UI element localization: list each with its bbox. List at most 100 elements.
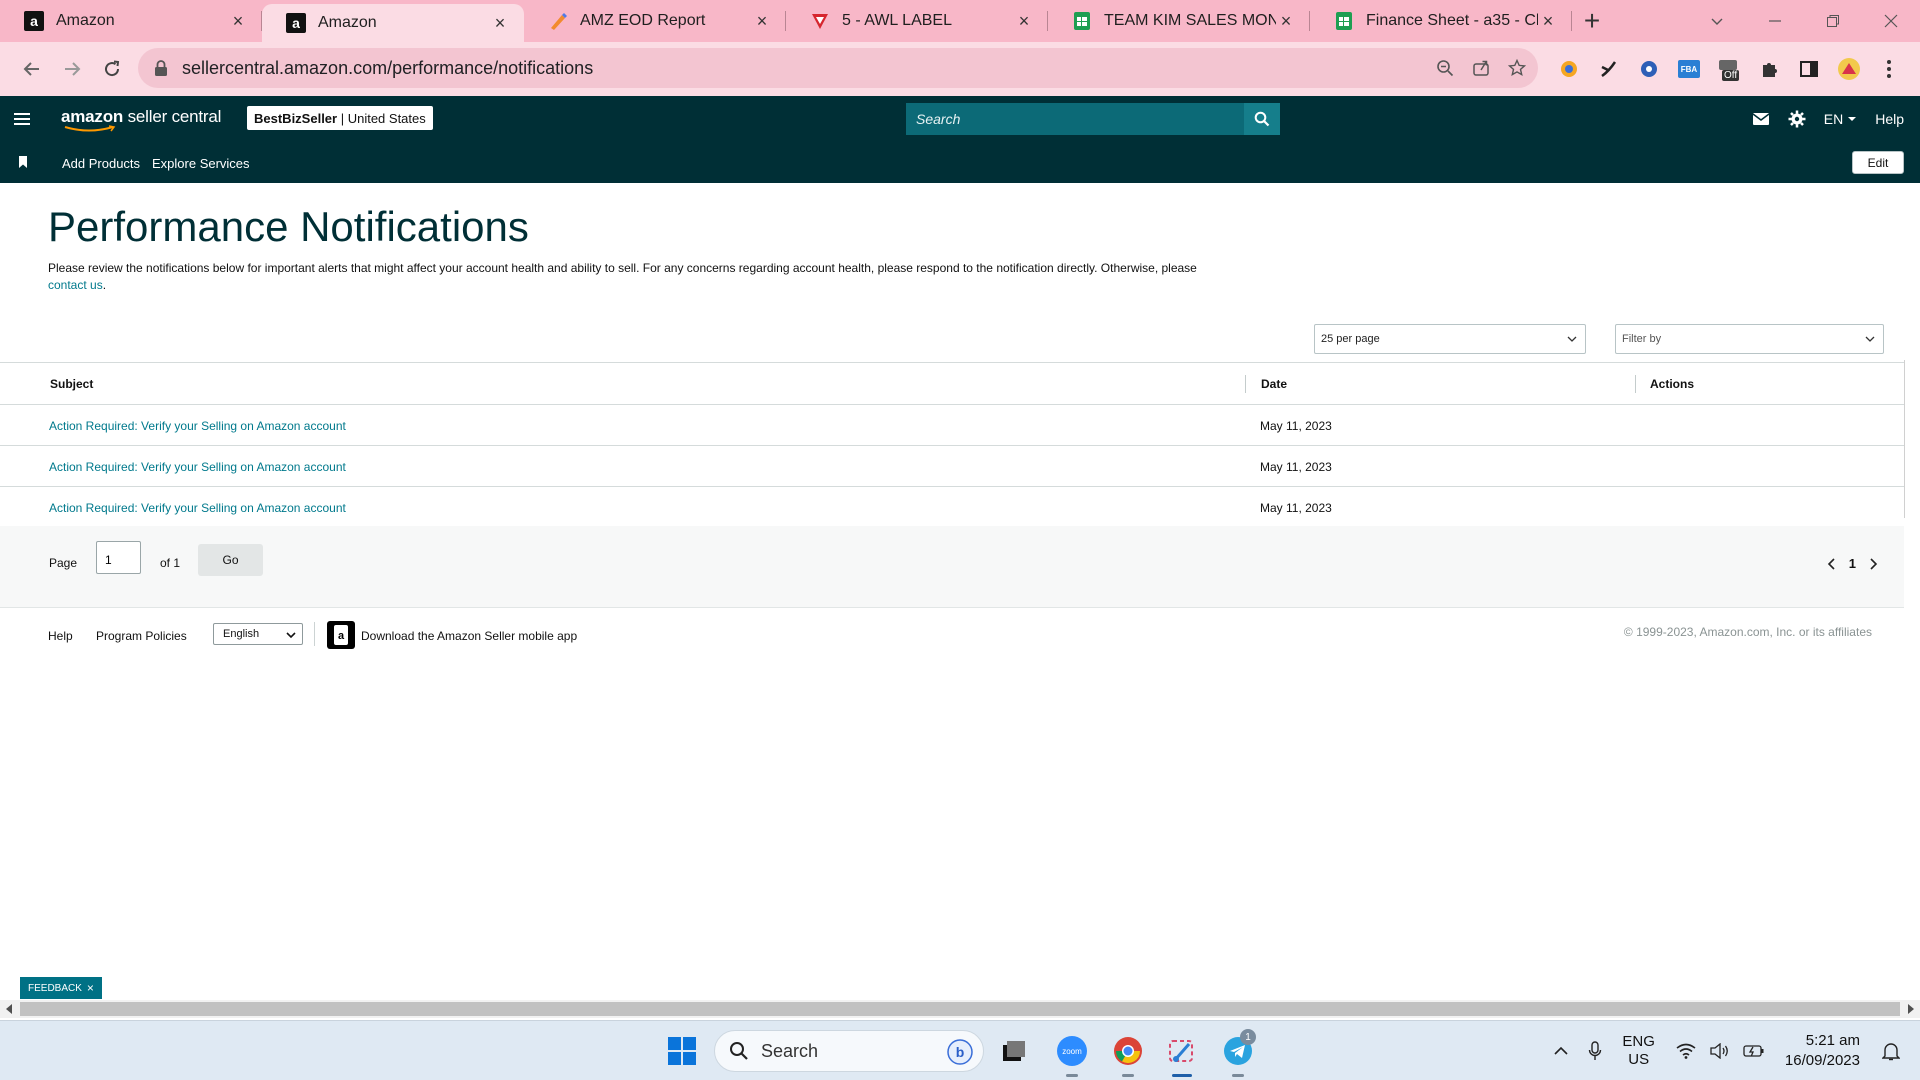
- system-clock[interactable]: 5:21 am 16/09/2023: [1785, 1031, 1860, 1071]
- profile-avatar-icon[interactable]: [1836, 56, 1862, 82]
- browser-tab[interactable]: a Amazon ×: [0, 0, 262, 42]
- filter-by-select[interactable]: Filter by: [1615, 324, 1884, 354]
- seller-central-logo[interactable]: amazon seller central: [61, 107, 221, 132]
- search-input[interactable]: [906, 103, 1244, 135]
- share-icon[interactable]: [1472, 59, 1490, 77]
- svg-text:b: b: [956, 1044, 965, 1060]
- column-header-date[interactable]: Date: [1261, 377, 1287, 391]
- scrollbar-thumb[interactable]: [20, 1002, 1900, 1016]
- new-tab-button[interactable]: +: [1572, 0, 1612, 42]
- arrow-extension-icon[interactable]: [1596, 56, 1622, 82]
- notification-subject-link[interactable]: Action Required: Verify your Selling on …: [49, 501, 346, 515]
- browser-tab-active[interactable]: a Amazon ×: [262, 4, 524, 42]
- task-view-icon[interactable]: [994, 1031, 1034, 1071]
- kebab-menu-icon[interactable]: [1876, 56, 1902, 82]
- horizontal-scrollbar[interactable]: [0, 1000, 1920, 1018]
- notification-bell-icon[interactable]: [1874, 1041, 1908, 1061]
- nav-add-products[interactable]: Add Products: [62, 156, 140, 171]
- wifi-icon[interactable]: [1669, 1043, 1703, 1059]
- close-icon[interactable]: ×: [1538, 11, 1558, 31]
- page-label: Page: [49, 556, 78, 570]
- system-tray: ENG US 5:21 am 16/09/2023: [1544, 1021, 1920, 1080]
- nav-explore-services[interactable]: Explore Services: [152, 156, 250, 171]
- gear-icon[interactable]: [1788, 110, 1806, 128]
- chevron-left-icon[interactable]: [1827, 557, 1835, 570]
- footer-help-link[interactable]: Help: [48, 629, 73, 643]
- page-title: Performance Notifications: [48, 203, 529, 250]
- browser-tab[interactable]: Finance Sheet - a35 - Char ×: [1310, 0, 1572, 42]
- off-toggle-extension-icon[interactable]: Off: [1716, 56, 1742, 82]
- side-panel-icon[interactable]: [1796, 56, 1822, 82]
- fba-extension-icon[interactable]: FBA: [1676, 56, 1702, 82]
- feedback-button[interactable]: FEEDBACK ×: [20, 977, 102, 999]
- notification-date: May 11, 2023: [1260, 419, 1332, 433]
- close-window-button[interactable]: [1862, 0, 1920, 42]
- browser-tab[interactable]: 5 - AWL LABEL ×: [786, 0, 1048, 42]
- program-policies-link[interactable]: Program Policies: [96, 629, 187, 643]
- download-app-link[interactable]: Download the Amazon Seller mobile app: [361, 629, 577, 643]
- bookmark-star-icon[interactable]: [1508, 59, 1526, 77]
- current-page-number[interactable]: 1: [1849, 556, 1856, 571]
- chevron-down-icon: [1865, 336, 1875, 342]
- close-icon[interactable]: ×: [87, 981, 94, 995]
- orange-circle-extension-icon[interactable]: [1556, 56, 1582, 82]
- puzzle-extensions-icon[interactable]: [1756, 56, 1782, 82]
- contact-us-link[interactable]: contact us: [48, 278, 103, 292]
- browser-tab[interactable]: AMZ EOD Report ×: [524, 0, 786, 42]
- telegram-icon[interactable]: 1: [1218, 1029, 1258, 1077]
- search-button[interactable]: [1244, 103, 1280, 135]
- restore-button[interactable]: [1804, 0, 1862, 42]
- battery-icon[interactable]: [1737, 1044, 1771, 1058]
- minimize-button[interactable]: [1746, 0, 1804, 42]
- chrome-icon[interactable]: [1108, 1031, 1148, 1077]
- zoom-app-icon[interactable]: zoom: [1052, 1031, 1092, 1077]
- show-hidden-icons-chevron-up-icon[interactable]: [1544, 1046, 1578, 1056]
- microphone-icon[interactable]: [1578, 1041, 1612, 1061]
- seller-search: [906, 103, 1280, 135]
- red-v-icon: [810, 11, 830, 31]
- bookmark-icon[interactable]: [18, 156, 28, 168]
- tab-title: Finance Sheet - a35 - Char: [1366, 12, 1538, 29]
- language-selector[interactable]: EN: [1824, 111, 1857, 127]
- sheets-icon: [1072, 11, 1092, 31]
- browser-tab[interactable]: TEAM KIM SALES MONITO ×: [1048, 0, 1310, 42]
- forward-arrow-icon[interactable]: [52, 49, 92, 89]
- bing-icon[interactable]: b: [947, 1039, 973, 1065]
- edit-bookmarks-button[interactable]: Edit: [1852, 151, 1904, 174]
- close-icon[interactable]: ×: [490, 13, 510, 33]
- column-header-subject[interactable]: Subject: [50, 377, 93, 391]
- notification-subject-link[interactable]: Action Required: Verify your Selling on …: [49, 460, 346, 474]
- close-icon[interactable]: ×: [228, 11, 248, 31]
- back-arrow-icon[interactable]: [12, 49, 52, 89]
- zoom-icon[interactable]: [1436, 59, 1454, 77]
- help-link[interactable]: Help: [1875, 111, 1904, 127]
- close-icon[interactable]: ×: [1014, 11, 1034, 31]
- tab-search-chevron-icon[interactable]: [1688, 0, 1746, 42]
- filter-by-placeholder: Filter by: [1622, 333, 1662, 345]
- footer-language-select[interactable]: English: [213, 623, 303, 645]
- blue-gear-extension-icon[interactable]: [1636, 56, 1662, 82]
- notification-subject-link[interactable]: Action Required: Verify your Selling on …: [49, 419, 346, 433]
- feedback-label: FEEDBACK: [28, 982, 82, 994]
- address-bar[interactable]: sellercentral.amazon.com/performance/not…: [138, 48, 1538, 88]
- mail-icon[interactable]: [1752, 112, 1770, 126]
- account-switcher[interactable]: BestBizSeller | United States: [247, 106, 433, 130]
- hamburger-menu-icon[interactable]: [12, 109, 32, 129]
- windows-start-icon[interactable]: [662, 1031, 702, 1071]
- taskbar-search-box[interactable]: Search b: [714, 1030, 984, 1072]
- lock-icon[interactable]: [154, 60, 170, 76]
- input-language-indicator[interactable]: ENG US: [1622, 1033, 1655, 1069]
- close-icon[interactable]: ×: [1276, 11, 1296, 31]
- scroll-left-arrow-icon[interactable]: [5, 1004, 13, 1014]
- amazon-app-icon[interactable]: a: [327, 621, 355, 649]
- snipping-tool-icon[interactable]: [1162, 1031, 1202, 1077]
- reload-icon[interactable]: [92, 49, 132, 89]
- scroll-right-arrow-icon[interactable]: [1907, 1004, 1915, 1014]
- volume-icon[interactable]: [1703, 1043, 1737, 1059]
- close-icon[interactable]: ×: [752, 11, 772, 31]
- chevron-right-icon[interactable]: [1870, 557, 1878, 570]
- per-page-select[interactable]: 25 per page: [1314, 324, 1586, 354]
- go-button[interactable]: Go: [198, 544, 263, 576]
- browser-toolbar: sellercentral.amazon.com/performance/not…: [0, 42, 1920, 96]
- page-number-input[interactable]: [96, 541, 141, 574]
